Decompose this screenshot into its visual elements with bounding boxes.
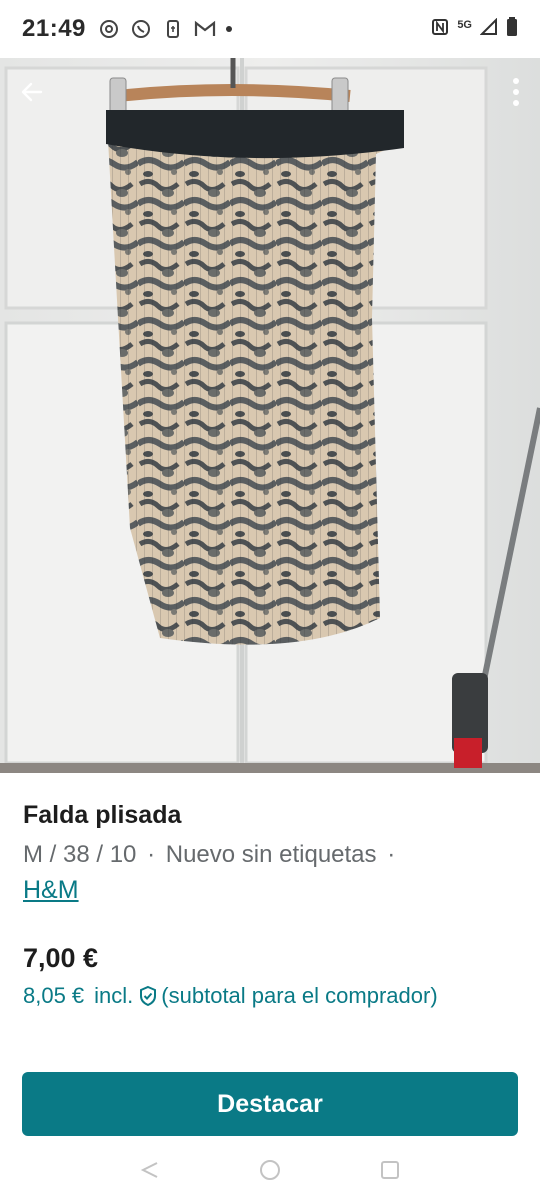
signal-icon (479, 17, 498, 41)
network-label: 5G (457, 19, 472, 31)
back-button[interactable] (12, 72, 52, 112)
shield-icon (137, 985, 159, 1007)
item-condition: Nuevo sin etiquetas (165, 841, 377, 868)
more-options-button[interactable] (506, 70, 526, 114)
nav-home-button[interactable] (256, 1156, 284, 1184)
status-bar: 21:49 5G (0, 0, 540, 58)
separator: · (387, 841, 396, 868)
separator: · (147, 841, 156, 868)
status-time: 21:49 (22, 15, 86, 42)
whatsapp-icon (130, 18, 152, 40)
item-price: 7,00 € (23, 943, 99, 973)
nav-recents-icon (381, 1161, 399, 1179)
notification-icons (98, 18, 232, 40)
item-title: Falda plisada (23, 801, 182, 829)
buyer-price-incl: incl. (94, 983, 134, 1008)
item-details: M / 38 / 10 · Nuevo sin etiquetas · (23, 838, 523, 872)
brand-row: H&M (23, 872, 523, 912)
system-icons: 5G (431, 16, 518, 42)
nav-recents-button[interactable] (376, 1156, 404, 1184)
buyer-price-note: (subtotal para el comprador) (161, 983, 438, 1008)
bump-button[interactable]: Destacar (22, 1072, 518, 1136)
battery-icon (506, 16, 518, 42)
threads-icon (98, 18, 120, 40)
phone-sync-icon (162, 18, 184, 40)
arrow-left-icon (21, 82, 43, 102)
system-navigation-bar (0, 1140, 540, 1200)
item-info: Falda plisada M / 38 / 10 · Nuevo sin et… (23, 798, 523, 912)
buyer-price-info[interactable]: 8,05 € incl. (subtotal para el comprador… (23, 980, 438, 1012)
buyer-price: 8,05 € (23, 983, 85, 1008)
more-vertical-icon (513, 78, 519, 106)
dot-icon (225, 26, 232, 32)
item-size: M / 38 / 10 (23, 841, 137, 868)
brand-link[interactable]: H&M (23, 876, 79, 904)
product-photo[interactable] (0, 58, 540, 773)
gmail-icon (194, 18, 216, 40)
nav-home-icon (260, 1160, 280, 1180)
skirt-photo-illustration (0, 58, 540, 773)
nav-back-icon (140, 1162, 158, 1178)
nav-back-button[interactable] (136, 1156, 164, 1184)
nfc-icon (431, 18, 449, 41)
